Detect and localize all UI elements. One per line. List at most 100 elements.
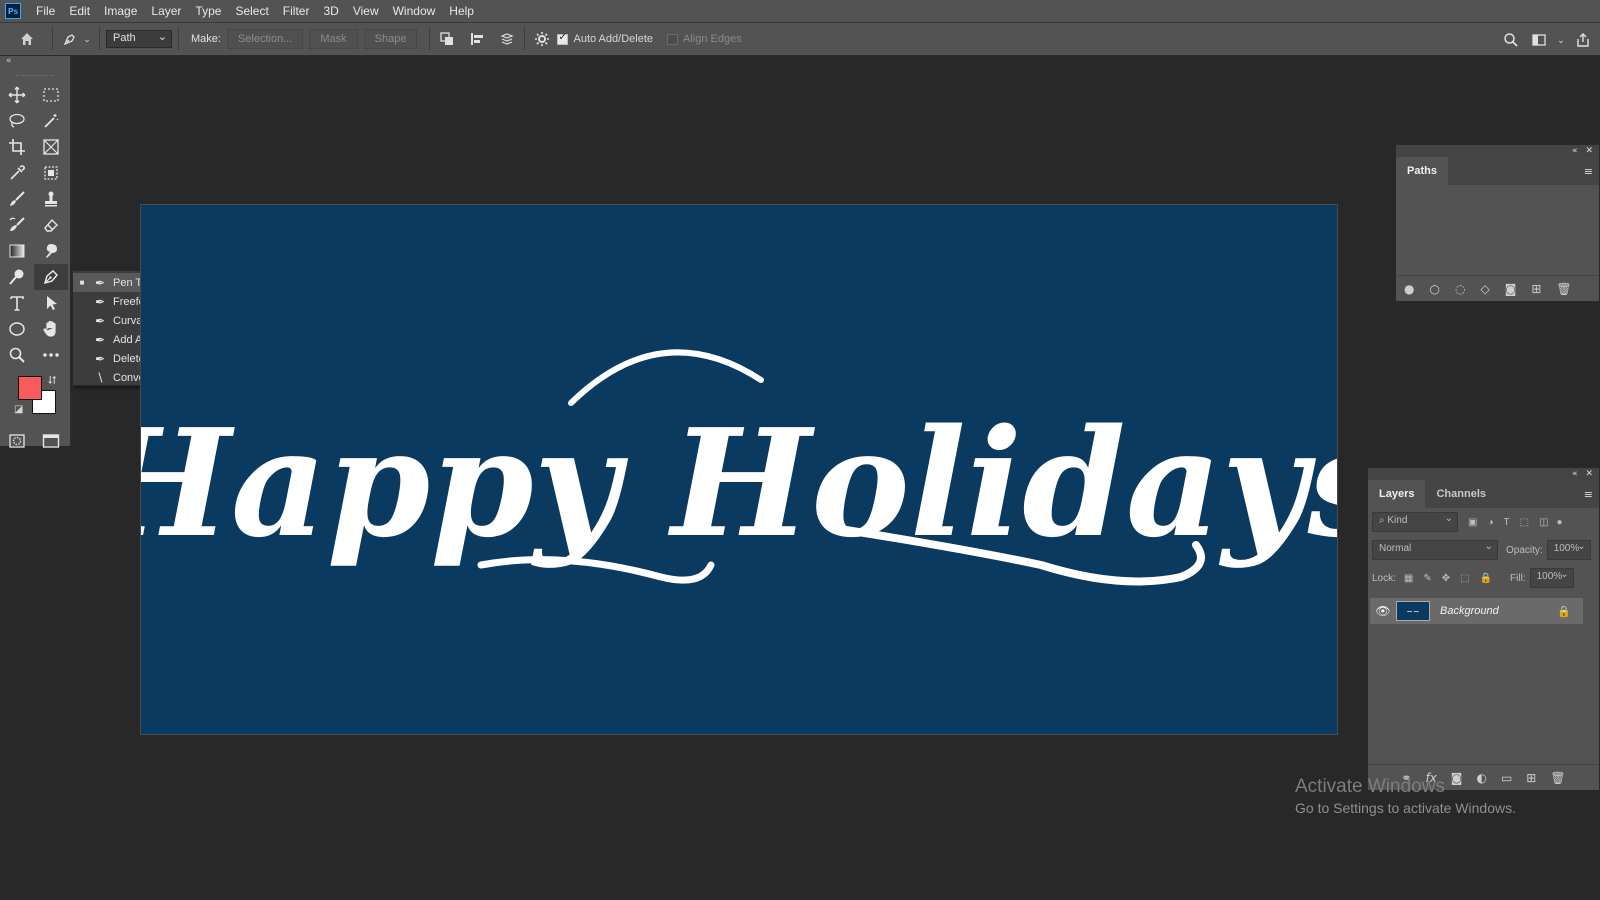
collapse-panel-icon[interactable]: « (1572, 145, 1578, 157)
opacity-input[interactable]: 100% (1546, 540, 1591, 560)
path-selection-tool-icon[interactable] (34, 290, 68, 316)
stroke-path-icon[interactable]: ○ (1429, 282, 1439, 296)
delete-path-icon[interactable]: 🗑 (1556, 282, 1571, 296)
visibility-eye-icon[interactable]: 👁 (1370, 604, 1396, 618)
tab-layers[interactable]: Layers (1368, 480, 1426, 508)
delete-layer-icon[interactable]: 🗑 (1550, 771, 1565, 785)
make-selection-button[interactable]: Selection... (226, 29, 304, 49)
filter-toggle-icon[interactable]: ● (1557, 517, 1563, 528)
fill-path-icon[interactable]: ● (1404, 282, 1414, 296)
collapse-panel-icon[interactable]: « (1572, 468, 1578, 480)
menu-window[interactable]: Window (386, 0, 443, 22)
menu-help[interactable]: Help (442, 0, 481, 22)
new-layer-icon[interactable]: ⊞ (1526, 771, 1536, 785)
dodge-tool-icon[interactable] (0, 264, 34, 290)
smudge-tool-icon[interactable] (34, 238, 68, 264)
more-tools-icon[interactable] (34, 342, 68, 368)
menu-select[interactable]: Select (228, 0, 275, 22)
path-operations-icon[interactable] (436, 28, 458, 50)
lock-label: Lock: (1372, 572, 1396, 584)
zoom-tool-icon[interactable] (0, 342, 34, 368)
stamp-tool-icon[interactable] (34, 186, 68, 212)
history-brush-tool-icon[interactable] (0, 212, 34, 238)
photoshop-logo-icon: Ps (5, 3, 21, 19)
smart-object-filter-icon[interactable]: ◫ (1539, 517, 1548, 528)
ellipse-tool-icon[interactable] (0, 316, 34, 342)
layer-row-background[interactable]: 👁 ~~ Background 🔒 (1370, 598, 1583, 624)
quick-mask-icon[interactable] (0, 428, 34, 454)
screen-mode-icon[interactable] (34, 428, 68, 454)
lasso-tool-icon[interactable] (0, 108, 34, 134)
move-tool-icon[interactable] (0, 82, 34, 108)
menu-type[interactable]: Type (188, 0, 228, 22)
gradient-tool-icon[interactable] (0, 238, 34, 264)
panel-menu-icon[interactable]: ≡ (1584, 488, 1593, 501)
hand-tool-icon[interactable] (34, 316, 68, 342)
make-shape-button[interactable]: Shape (363, 29, 418, 49)
close-icon[interactable]: ✕ (1585, 468, 1593, 480)
tab-paths[interactable]: Paths (1396, 157, 1448, 185)
shape-filter-icon[interactable]: ⬚ (1520, 517, 1529, 528)
tab-channels[interactable]: Channels (1425, 480, 1497, 508)
object-selection-tool-icon[interactable] (34, 160, 68, 186)
paths-panel: « ✕ Paths ≡ ● ○ ◌ ◇ ◙ ⊞ 🗑 (1395, 144, 1600, 302)
add-mask-icon[interactable]: ◙ (1505, 282, 1517, 296)
panel-menu-icon[interactable]: ≡ (1584, 165, 1593, 178)
share-icon[interactable] (1572, 29, 1594, 51)
gear-icon[interactable] (531, 28, 553, 50)
path-alignment-icon[interactable] (466, 28, 488, 50)
crop-tool-icon[interactable] (0, 134, 34, 160)
load-selection-icon[interactable]: ◌ (1455, 282, 1465, 296)
chevron-down-icon[interactable]: ⌄ (1556, 29, 1566, 51)
collapse-toolbar-icon[interactable]: « (0, 56, 70, 68)
menu-file[interactable]: File (29, 0, 62, 22)
close-icon[interactable]: ✕ (1585, 145, 1593, 157)
lock-transparent-icon[interactable]: ▦ (1404, 573, 1413, 584)
path-arrangement-icon[interactable] (496, 28, 518, 50)
canvas-artwork: Happy Holidays (141, 349, 1338, 586)
checkbox-unchecked[interactable] (667, 33, 678, 45)
pen-tool-preset-icon[interactable] (59, 28, 81, 50)
frame-tool-icon[interactable] (34, 134, 68, 160)
menu-3d[interactable]: 3D (316, 0, 345, 22)
lock-image-icon[interactable]: ✎ (1423, 573, 1431, 584)
menu-layer[interactable]: Layer (144, 0, 188, 22)
type-filter-icon[interactable]: T (1504, 517, 1510, 528)
workspace-icon[interactable] (1528, 29, 1550, 51)
menu-filter[interactable]: Filter (276, 0, 317, 22)
lock-all-icon[interactable]: 🔒 (1480, 573, 1492, 584)
pen-tool-icon[interactable] (34, 264, 68, 290)
pen-mode-select[interactable]: Path (106, 30, 172, 48)
document-canvas[interactable]: Happy Holidays (140, 204, 1338, 735)
canvas-text: Happy Holidays (141, 396, 1338, 570)
marquee-tool-icon[interactable] (34, 82, 68, 108)
pixel-filter-icon[interactable]: ▣ (1468, 517, 1477, 528)
blend-mode-select[interactable]: Normal (1372, 540, 1498, 560)
brush-tool-icon[interactable] (0, 186, 34, 212)
make-work-path-icon[interactable]: ◇ (1480, 282, 1489, 296)
eraser-tool-icon[interactable] (34, 212, 68, 238)
eyedropper-tool-icon[interactable] (0, 160, 34, 186)
checkbox-checked[interactable] (557, 32, 569, 45)
kind-filter-select[interactable]: ⌕ Kind (1372, 512, 1458, 532)
search-icon[interactable] (1500, 29, 1522, 51)
menu-view[interactable]: View (346, 0, 386, 22)
magic-wand-tool-icon[interactable] (34, 108, 68, 134)
lock-artboard-icon[interactable]: ⬚ (1460, 573, 1469, 584)
home-icon[interactable] (16, 28, 38, 50)
foreground-color-swatch[interactable] (18, 376, 42, 400)
toolbar-grip[interactable] (16, 68, 54, 76)
fill-input[interactable]: 100% (1529, 568, 1574, 588)
auto-add-delete-checkbox[interactable]: Auto Add/Delete (557, 32, 653, 45)
menu-edit[interactable]: Edit (62, 0, 97, 22)
default-colors-icon[interactable]: ◪ (14, 404, 23, 415)
chevron-down-icon[interactable]: ⌄ (81, 28, 93, 50)
new-path-icon[interactable]: ⊞ (1531, 282, 1541, 296)
lock-position-icon[interactable]: ✥ (1442, 573, 1450, 584)
menu-image[interactable]: Image (97, 0, 144, 22)
adjustment-filter-icon[interactable]: ◑ (1487, 517, 1493, 528)
swap-colors-icon[interactable]: ⮃ (48, 374, 57, 388)
type-tool-icon[interactable] (0, 290, 34, 316)
make-mask-button[interactable]: Mask (309, 29, 358, 49)
align-edges-checkbox[interactable]: Align Edges (667, 33, 742, 45)
